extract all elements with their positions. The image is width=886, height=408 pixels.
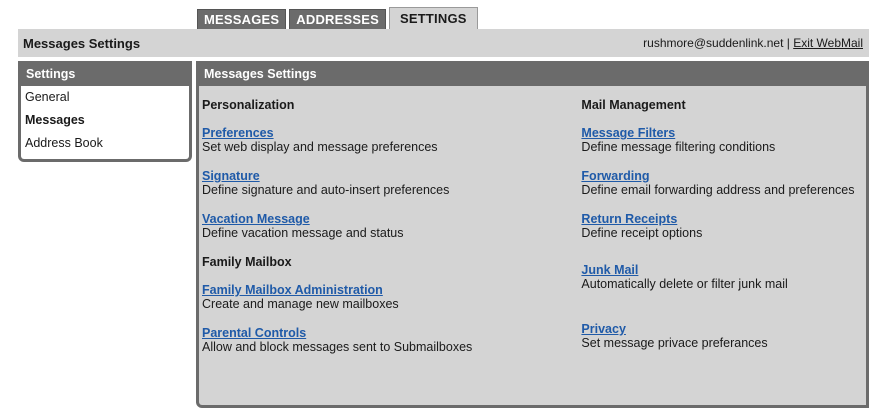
tab-addresses[interactable]: ADDRESSES xyxy=(289,9,387,29)
sidebar-item-general[interactable]: General xyxy=(21,86,189,109)
settings-item: Return Receipts Define receipt options xyxy=(581,212,866,241)
account-info: rushmore@suddenlink.net | Exit WebMail xyxy=(643,36,863,50)
panel-header: Messages Settings xyxy=(196,61,869,86)
forwarding-link[interactable]: Forwarding xyxy=(581,169,866,183)
item-description: Create and manage new mailboxes xyxy=(202,297,399,311)
settings-item: Signature Define signature and auto-inse… xyxy=(202,169,581,198)
exit-webmail-link[interactable]: Exit WebMail xyxy=(793,36,863,50)
settings-sidebar: Settings General Messages Address Book xyxy=(18,61,192,162)
item-description: Automatically delete or filter junk mail xyxy=(581,277,788,291)
item-description: Define vacation message and status xyxy=(202,226,404,240)
item-description: Define receipt options xyxy=(581,226,703,240)
section-title-family-mailbox: Family Mailbox xyxy=(202,255,292,269)
family-mailbox-admin-link[interactable]: Family Mailbox Administration xyxy=(202,283,581,297)
return-receipts-link[interactable]: Return Receipts xyxy=(581,212,866,226)
section-title-mail-management: Mail Management xyxy=(581,98,686,112)
messages-settings-panel: Messages Settings Personalization Prefer… xyxy=(196,61,869,408)
item-description: Allow and block messages sent to Submail… xyxy=(202,340,473,354)
settings-item: Vacation Message Define vacation message… xyxy=(202,212,581,241)
settings-item: Privacy Set message privace preferances xyxy=(581,322,866,351)
page-title: Messages Settings xyxy=(23,35,141,51)
item-description: Define signature and auto-insert prefere… xyxy=(202,183,450,197)
signature-link[interactable]: Signature xyxy=(202,169,581,183)
tab-bar: MESSAGES ADDRESSES SETTINGS xyxy=(197,7,481,29)
vacation-message-link[interactable]: Vacation Message xyxy=(202,212,581,226)
account-email: rushmore@suddenlink.net | xyxy=(643,36,794,50)
tab-messages[interactable]: MESSAGES xyxy=(197,9,287,29)
section-title-personalization: Personalization xyxy=(202,98,295,112)
sidebar-header: Settings xyxy=(18,61,192,86)
item-description: Set message privace preferances xyxy=(581,336,768,350)
parental-controls-link[interactable]: Parental Controls xyxy=(202,326,581,340)
left-column: Personalization Preferences Set web disp… xyxy=(202,86,581,355)
settings-item: Preferences Set web display and message … xyxy=(202,126,581,155)
sidebar-item-messages[interactable]: Messages xyxy=(21,109,189,132)
right-column: Mail Management Message Filters Define m… xyxy=(581,86,866,355)
sidebar-item-address-book[interactable]: Address Book xyxy=(21,132,189,155)
settings-item: Parental Controls Allow and block messag… xyxy=(202,326,581,355)
preferences-link[interactable]: Preferences xyxy=(202,126,581,140)
header-bar: Messages Settings rushmore@suddenlink.ne… xyxy=(18,29,869,57)
settings-item: Junk Mail Automatically delete or filter… xyxy=(581,263,866,292)
settings-item: Message Filters Define message filtering… xyxy=(581,126,866,155)
junk-mail-link[interactable]: Junk Mail xyxy=(581,263,866,277)
item-description: Set web display and message preferences xyxy=(202,140,438,154)
privacy-link[interactable]: Privacy xyxy=(581,322,866,336)
tab-settings[interactable]: SETTINGS xyxy=(389,7,478,29)
settings-item: Family Mailbox Administration Create and… xyxy=(202,283,581,312)
settings-item: Forwarding Define email forwarding addre… xyxy=(581,169,866,198)
item-description: Define email forwarding address and pref… xyxy=(581,183,855,197)
message-filters-link[interactable]: Message Filters xyxy=(581,126,866,140)
item-description: Define message filtering conditions xyxy=(581,140,776,154)
